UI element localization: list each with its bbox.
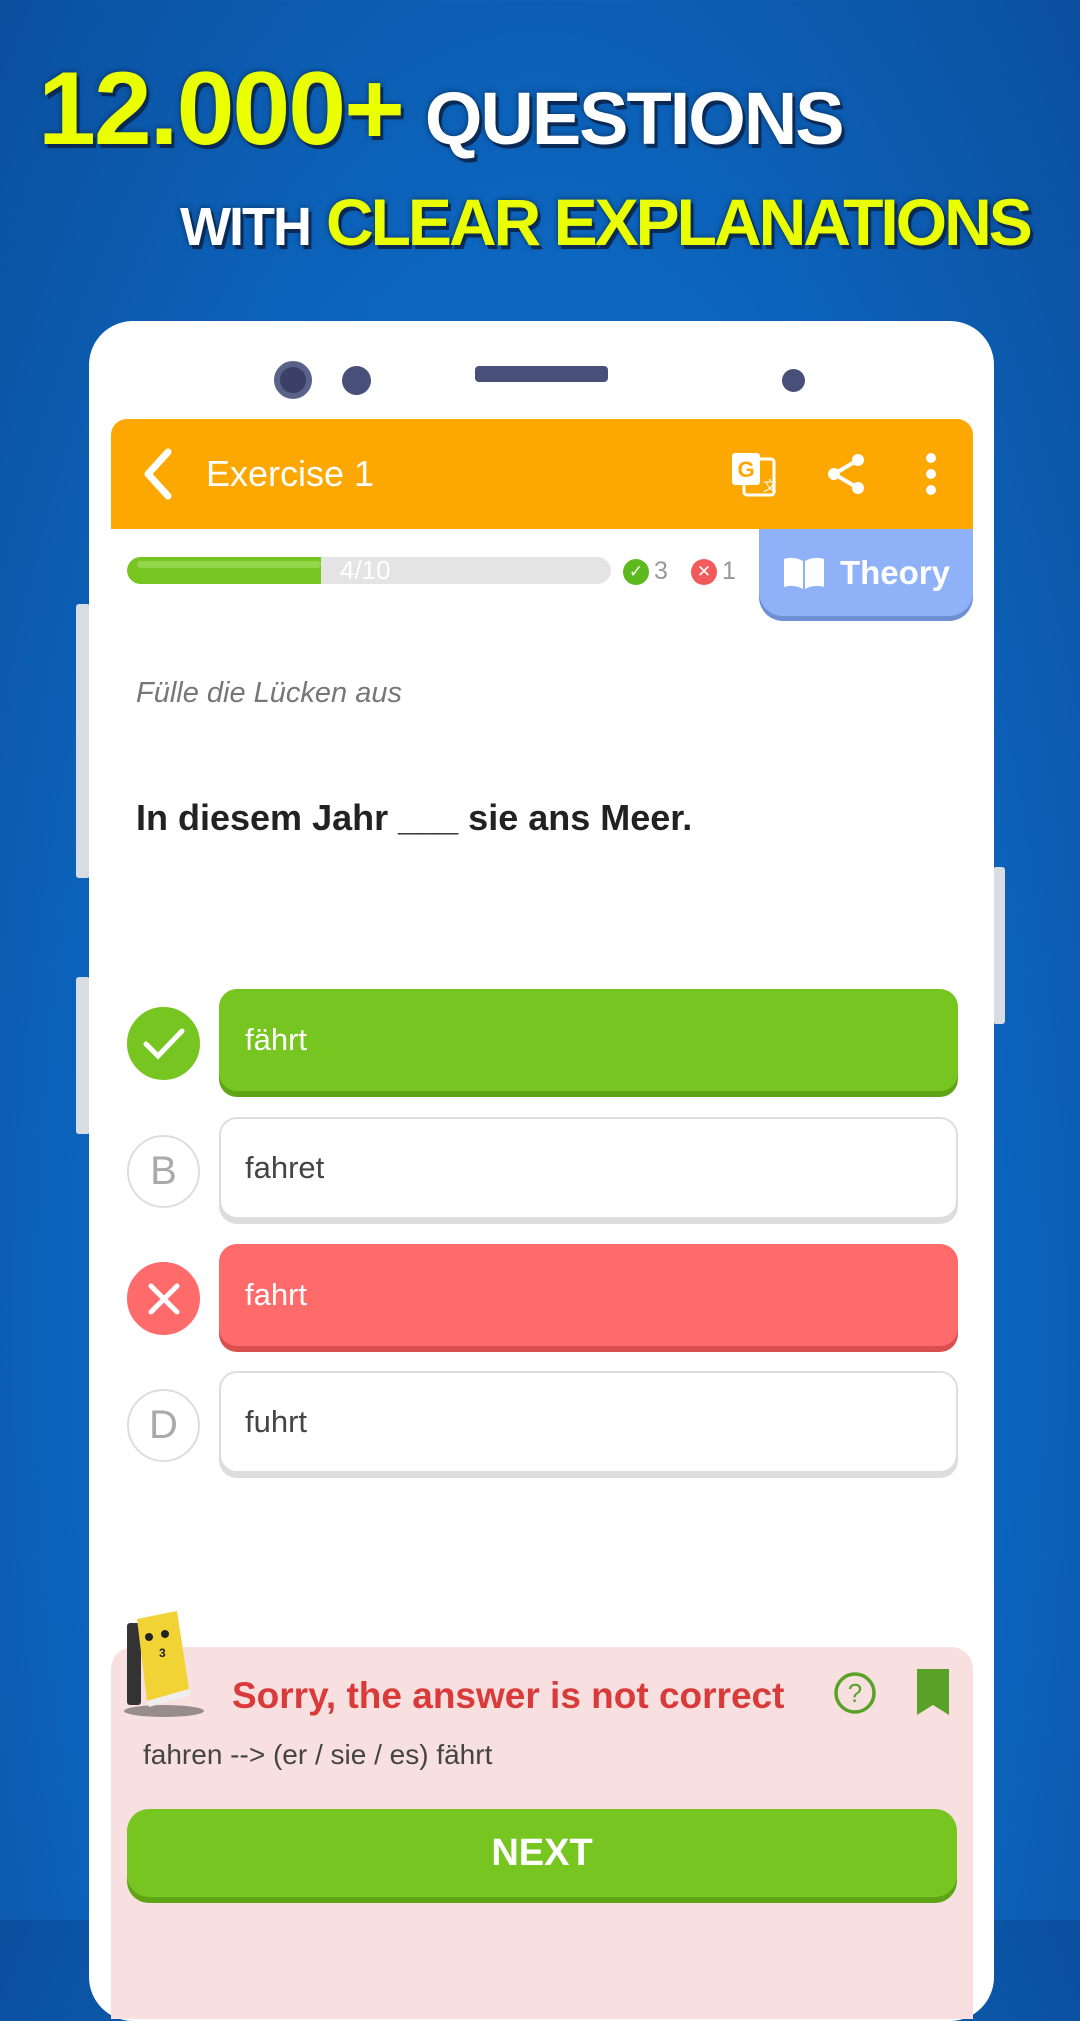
svg-text:G: G (737, 457, 754, 482)
check-icon: ✓ (623, 558, 649, 585)
headline-line-2: WITH CLEAR EXPLANATIONS (180, 185, 1033, 259)
sensor-dot (782, 369, 805, 392)
option-text[interactable]: fahret (219, 1117, 958, 1219)
app-header: Exercise 1 G文 (111, 419, 973, 529)
share-button[interactable] (816, 419, 876, 529)
phone-side-button (993, 867, 1005, 1024)
headline-with: WITH (180, 197, 312, 257)
translate-icon: G文 (732, 453, 776, 497)
bookmark-icon[interactable] (917, 1669, 949, 1715)
chevron-left-icon (144, 448, 172, 500)
headline-line-1: 12.000+ QUESTIONS (38, 51, 845, 167)
correct-count: 3 (654, 557, 668, 585)
svg-text:3: 3 (159, 1646, 166, 1660)
more-vertical-icon (926, 453, 936, 495)
option-letter: B (127, 1135, 200, 1208)
phone-side-button (76, 977, 90, 1134)
next-button[interactable]: NEXT (127, 1809, 957, 1897)
speaker-grille (475, 366, 608, 382)
option-text[interactable]: fährt (219, 989, 958, 1091)
wrong-count: 1 (722, 557, 736, 585)
check-icon (127, 1007, 200, 1080)
more-menu-button[interactable] (911, 419, 951, 529)
mascot-book-icon: 3 (124, 1611, 204, 1717)
headline-count: 12.000+ (38, 51, 405, 167)
answer-option[interactable]: fährt (127, 989, 958, 1097)
screen-title: Exercise 1 (206, 453, 375, 494)
instruction-text: Fülle die Lücken aus (136, 677, 402, 709)
feedback-panel: 3 Sorry, the answer is not correct ? fah… (111, 1611, 973, 2019)
back-button[interactable] (133, 419, 183, 529)
answer-option[interactable]: Dfuhrt (127, 1371, 958, 1479)
feedback-title: Sorry, the answer is not correct (232, 1675, 785, 1716)
share-icon (828, 454, 864, 494)
close-icon (127, 1262, 200, 1335)
answer-option[interactable]: Bfahret (127, 1117, 958, 1225)
theory-button[interactable]: Theory (759, 529, 973, 616)
app-screen: Exercise 1 G文 4/10 ✓ 3 ✕ 1 Theory Fülle di… (111, 419, 973, 2019)
phone-side-button (76, 604, 90, 878)
correct-counter: ✓ 3 (623, 557, 668, 586)
svg-text:文: 文 (763, 479, 776, 495)
progress-label: 4/10 (340, 557, 391, 584)
option-text[interactable]: fahrt (219, 1244, 958, 1346)
progress-bar: 4/10 (127, 557, 611, 584)
wrong-counter: ✕ 1 (691, 557, 736, 586)
help-icon[interactable]: ? (833, 1671, 877, 1715)
camera-icon (274, 361, 312, 399)
question-text: In diesem Jahr ___ sie ans Meer. (136, 797, 693, 838)
translate-button[interactable]: G文 (723, 419, 783, 529)
book-icon (783, 557, 824, 589)
svg-text:?: ? (848, 1678, 862, 1708)
progress-fill (127, 557, 321, 584)
headline-questions: QUESTIONS (424, 77, 845, 160)
sensor-dot (342, 366, 371, 395)
headline-explanations: CLEAR EXPLANATIONS (325, 185, 1033, 259)
close-icon: ✕ (691, 558, 717, 585)
theory-label: Theory (839, 553, 951, 591)
answer-option[interactable]: fahrt (127, 1244, 958, 1352)
feedback-explanation: fahren --> (er / sie / es) fährt (143, 1739, 493, 1770)
option-text[interactable]: fuhrt (219, 1371, 958, 1473)
option-letter: D (127, 1389, 200, 1462)
